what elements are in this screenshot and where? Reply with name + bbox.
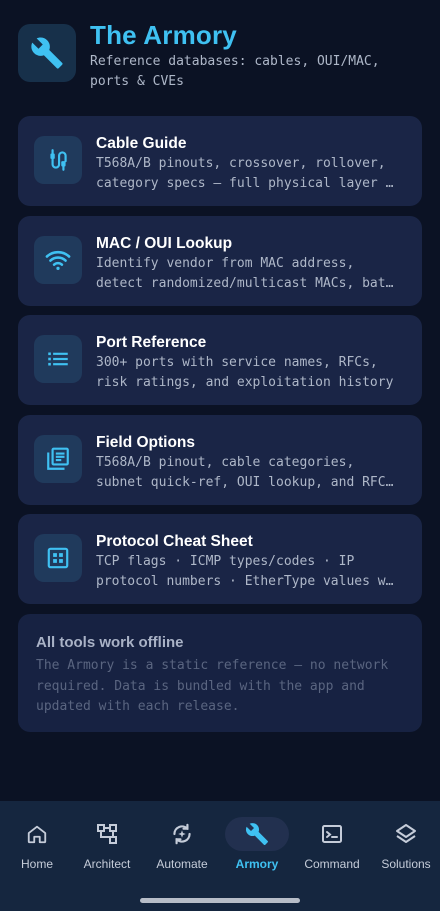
terminal-icon	[300, 817, 364, 851]
card-title: Protocol Cheat Sheet	[96, 533, 253, 550]
port-reference-card[interactable]: Port Reference 300+ ports with service n…	[18, 315, 422, 405]
cable-guide-card[interactable]: Cable Guide T568A/B pinouts, crossover, …	[18, 116, 422, 206]
bottom-nav: Home Architect Automate Armory Command S…	[0, 801, 440, 911]
page-title: The Armory	[90, 20, 237, 50]
nav-item-command[interactable]: Command	[295, 801, 369, 889]
card-description-line: detect randomized/multicast MACs, bat…	[96, 275, 394, 291]
nav-item-armory[interactable]: Armory	[220, 801, 294, 889]
card-description: T568A/B pinouts, crossover, rollover, ca…	[96, 154, 410, 194]
card-title: Field Options	[96, 433, 196, 451]
field-options-card[interactable]: Field Options T568A/B pinout, cable cate…	[18, 414, 422, 505]
wrench-icon	[225, 817, 289, 851]
nav-item-automate[interactable]: Automate	[145, 801, 219, 889]
nav-label: Home	[20, 857, 53, 871]
nav-label: Armory	[235, 857, 279, 871]
nav-label: Architect	[83, 857, 131, 871]
home-indicator[interactable]	[140, 898, 300, 903]
offline-title: All tools work offline	[36, 634, 184, 651]
nav-label: Solutions	[381, 857, 431, 871]
offline-notice: All tools work offline The Armory is a s…	[18, 614, 422, 732]
automate-icon	[150, 817, 214, 851]
card-description-line: T568A/B pinout, cable categories,	[96, 454, 355, 470]
mac-oui-lookup-card[interactable]: MAC / OUI Lookup Identify vendor from MA…	[18, 215, 422, 306]
wifi-icon	[34, 235, 82, 284]
architect-icon	[75, 817, 139, 851]
card-description-line: Identify vendor from MAC address,	[96, 255, 355, 271]
list-icon	[34, 335, 82, 383]
nav-label: Command	[304, 857, 360, 871]
cable-icon	[34, 136, 82, 184]
nav-label: Automate	[156, 857, 208, 871]
card-title: Cable Guide	[96, 135, 187, 152]
tool-list: Cable Guide T568A/B pinouts, crossover, …	[18, 116, 422, 614]
nav-item-solutions[interactable]: Solutions	[369, 801, 440, 889]
card-description: T568A/B pinout, cable categories, subnet…	[96, 453, 410, 493]
nav-item-home[interactable]: Home	[0, 801, 74, 889]
card-description-line: risk ratings, and exploitation history	[96, 375, 394, 390]
protocol-cheat-sheet-card[interactable]: Protocol Cheat Sheet TCP flags · ICMP ty…	[18, 514, 422, 604]
card-description-line: protocol numbers · EtherType values w…	[96, 574, 394, 589]
card-description-line: subnet quick-ref, OUI lookup, and RFC…	[96, 474, 394, 490]
page-subtitle: Reference databases: cables, OUI/MAC, po…	[90, 54, 380, 89]
card-description-line: T568A/B pinouts, crossover, rollover,	[96, 156, 386, 171]
card-title: Port Reference	[96, 334, 207, 351]
card-description: Identify vendor from MAC address, detect…	[96, 254, 410, 294]
home-icon	[5, 817, 69, 851]
card-description-line: TCP flags · ICMP types/codes · IP	[96, 554, 355, 569]
card-description: TCP flags · ICMP types/codes · IP protoc…	[96, 552, 410, 592]
offline-text: The Armory is a static reference — no ne…	[36, 658, 389, 714]
library-books-icon	[34, 434, 82, 483]
armory-screen: The Armory Reference databases: cables, …	[0, 0, 440, 911]
layers-icon	[374, 817, 438, 851]
nav-item-architect[interactable]: Architect	[70, 801, 144, 889]
wrench-icon	[18, 24, 76, 82]
card-title: MAC / OUI Lookup	[96, 234, 233, 252]
grid-table-icon	[34, 534, 82, 582]
card-description-line: category specs — full physical layer …	[96, 176, 394, 191]
card-description: 300+ ports with service names, RFCs, ris…	[96, 353, 410, 393]
page-header: The Armory Reference databases: cables, …	[18, 20, 422, 100]
card-description-line: 300+ ports with service names, RFCs,	[96, 355, 378, 370]
